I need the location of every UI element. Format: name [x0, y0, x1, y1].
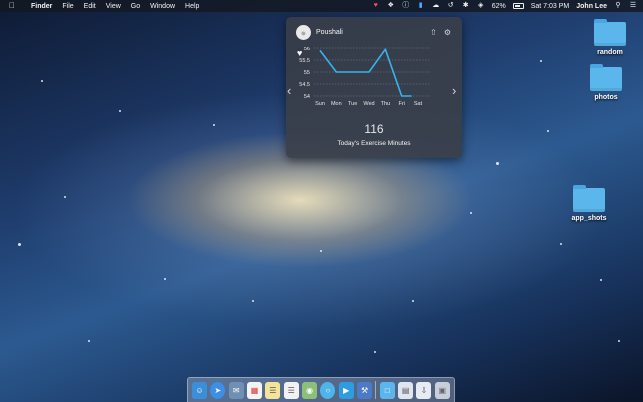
- heart-app-icon[interactable]: ♥: [372, 2, 380, 10]
- info-icon[interactable]: ⓘ: [402, 2, 410, 10]
- dropbox-icon[interactable]: ❖: [387, 2, 395, 10]
- chart-ytick-label: 55.5: [299, 58, 310, 64]
- widget-user-name: Poushali: [316, 29, 343, 36]
- heart-icon: ♥: [297, 48, 302, 58]
- chart-series-line: [319, 48, 412, 97]
- exercise-widget: ● Poushali ⇧ ⚙ ‹ › ♥ 56 55.5 55 54.5 54 Sun M…: [286, 17, 462, 158]
- apple-menu-icon[interactable]: : [9, 0, 19, 12]
- menu-edit[interactable]: Edit: [84, 3, 96, 10]
- chart-xtick-label: Sat: [414, 101, 423, 107]
- calendar-icon[interactable]: ▦: [247, 381, 263, 399]
- reminders-icon[interactable]: ☰: [283, 381, 299, 399]
- battery-icon[interactable]: [512, 3, 524, 9]
- mail-icon[interactable]: ✉: [228, 381, 244, 399]
- maps-icon[interactable]: ◉: [302, 381, 318, 399]
- safari-icon[interactable]: ➤: [210, 381, 226, 399]
- folder-icon: [590, 64, 622, 91]
- menu-app-name[interactable]: Finder: [31, 3, 52, 10]
- desktop-folder-label: photos: [594, 94, 618, 101]
- exercise-chart: ♥ 56 55.5 55 54.5 54 Sun Mon Tue Wed Thu Fri Sat: [297, 47, 430, 107]
- battery-percent[interactable]: 62%: [492, 3, 506, 10]
- menu-file[interactable]: File: [62, 3, 73, 10]
- desktop-folder-app-shots[interactable]: app_shots: [564, 185, 614, 222]
- menu-left: Finder File Edit View Go Window Help: [31, 3, 199, 10]
- chart-ytick-label: 55: [304, 70, 310, 76]
- metric-value: 116: [364, 122, 384, 136]
- downloads-icon[interactable]: ⇩: [416, 381, 432, 399]
- chart-xtick-label: Wed: [363, 101, 374, 107]
- dock: ☺ ➤ ✉ ▦ ☰ ☰ ◉ ○ ▶ ⚒ □ ▤ ⇩ ▣: [187, 377, 455, 402]
- desktop-folder-label: random: [597, 49, 623, 56]
- user-name[interactable]: John Lee: [576, 3, 607, 10]
- desktop-folder-random[interactable]: random: [585, 19, 635, 56]
- menu-help[interactable]: Help: [185, 3, 199, 10]
- chart-xtick-label: Tue: [348, 101, 357, 107]
- chart-xtick-label: Thu: [381, 101, 390, 107]
- facetime-icon[interactable]: ▶: [338, 381, 354, 399]
- cloud-icon[interactable]: ☁: [432, 2, 440, 10]
- notes-icon[interactable]: ☰: [265, 381, 281, 399]
- folder-icon: [594, 19, 626, 46]
- gear-icon[interactable]: ⚙: [443, 28, 452, 37]
- metric-label: Today's Exercise Minutes: [337, 140, 411, 147]
- desktop-folder-label: app_shots: [571, 215, 607, 222]
- folder-icon[interactable]: □: [379, 381, 395, 399]
- chart-ytick-label: 54: [304, 94, 310, 100]
- trash-icon[interactable]: ▣: [434, 381, 450, 399]
- clock[interactable]: Sat 7:03 PM: [531, 3, 570, 10]
- share-icon[interactable]: ⇧: [429, 28, 438, 37]
- desktop-folder-photos[interactable]: photos: [581, 64, 631, 101]
- menu-bar:  Finder File Edit View Go Window Help ♥…: [0, 0, 643, 12]
- menu-extras: ♥ ❖ ⓘ ▮ ☁ ↺ ✱ ◈ 62% Sat 7:03 PM John Lee…: [372, 0, 637, 12]
- finder-icon[interactable]: ☺: [192, 381, 207, 399]
- chart-xtick-label: Sun: [315, 101, 325, 107]
- menu-window[interactable]: Window: [150, 3, 175, 10]
- bookmark-icon[interactable]: ▮: [417, 2, 425, 10]
- notification-center-icon[interactable]: ☰: [629, 2, 637, 10]
- bluetooth-icon[interactable]: ✱: [462, 2, 470, 10]
- menu-go[interactable]: Go: [131, 3, 140, 10]
- chart-xtick-label: Fri: [398, 101, 404, 107]
- chart-xtick-label: Mon: [331, 101, 342, 107]
- documents-icon[interactable]: ▤: [398, 381, 414, 399]
- avatar[interactable]: ●: [296, 25, 311, 40]
- spotlight-search-icon[interactable]: ⚲: [614, 2, 622, 10]
- chart-ytick-label: 54.5: [299, 82, 310, 88]
- wifi-icon[interactable]: ◈: [477, 2, 485, 10]
- menu-view[interactable]: View: [106, 3, 121, 10]
- xcode-icon[interactable]: ⚒: [357, 381, 373, 399]
- dock-separator: [375, 381, 377, 399]
- folder-icon: [573, 185, 605, 212]
- chart-ytick-label: 56: [304, 47, 310, 52]
- time-machine-icon[interactable]: ↺: [447, 2, 455, 10]
- messages-icon[interactable]: ○: [320, 381, 336, 399]
